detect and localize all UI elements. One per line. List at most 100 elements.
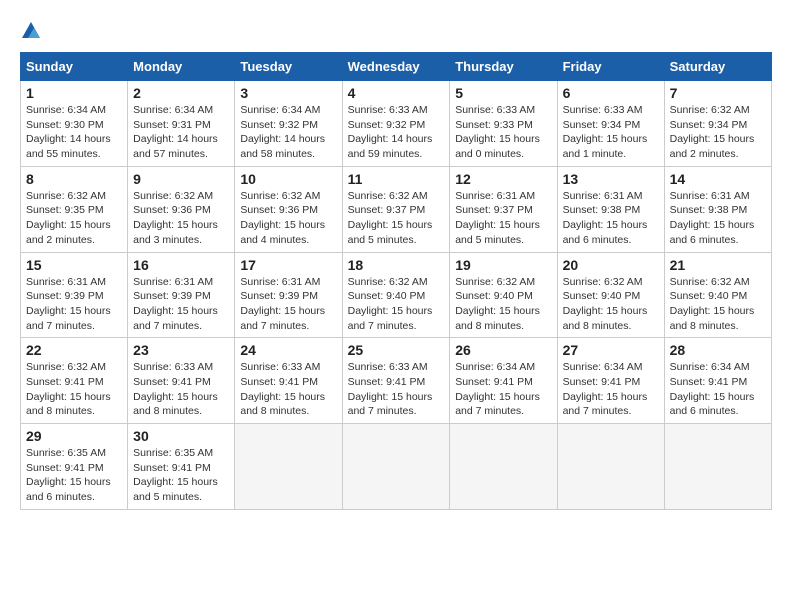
calendar-week-4: 22 Sunrise: 6:32 AM Sunset: 9:41 PM Dayl… bbox=[21, 338, 772, 424]
calendar-cell: 26 Sunrise: 6:34 AM Sunset: 9:41 PM Dayl… bbox=[450, 338, 557, 424]
logo-icon bbox=[20, 20, 42, 42]
cell-sunset: Sunset: 9:41 PM bbox=[563, 376, 641, 388]
calendar-cell: 8 Sunrise: 6:32 AM Sunset: 9:35 PM Dayli… bbox=[21, 166, 128, 252]
day-header-thursday: Thursday bbox=[450, 53, 557, 81]
cell-sunset: Sunset: 9:39 PM bbox=[26, 290, 104, 302]
cell-daylight: Daylight: 15 hours and 7 minutes. bbox=[133, 305, 218, 332]
cell-daylight: Daylight: 15 hours and 8 minutes. bbox=[133, 391, 218, 418]
day-header-tuesday: Tuesday bbox=[235, 53, 342, 81]
day-header-friday: Friday bbox=[557, 53, 664, 81]
calendar-cell bbox=[235, 424, 342, 510]
cell-sunset: Sunset: 9:41 PM bbox=[26, 376, 104, 388]
day-number: 18 bbox=[348, 257, 445, 273]
cell-daylight: Daylight: 14 hours and 59 minutes. bbox=[348, 133, 433, 160]
cell-sunset: Sunset: 9:37 PM bbox=[348, 204, 426, 216]
cell-sunset: Sunset: 9:39 PM bbox=[240, 290, 318, 302]
calendar-cell: 21 Sunrise: 6:32 AM Sunset: 9:40 PM Dayl… bbox=[664, 252, 771, 338]
day-number: 28 bbox=[670, 342, 766, 358]
day-number: 5 bbox=[455, 85, 551, 101]
day-number: 19 bbox=[455, 257, 551, 273]
cell-daylight: Daylight: 15 hours and 5 minutes. bbox=[133, 476, 218, 503]
cell-daylight: Daylight: 15 hours and 2 minutes. bbox=[26, 219, 111, 246]
day-number: 15 bbox=[26, 257, 122, 273]
day-number: 29 bbox=[26, 428, 122, 444]
day-number: 20 bbox=[563, 257, 659, 273]
calendar-cell: 2 Sunrise: 6:34 AM Sunset: 9:31 PM Dayli… bbox=[128, 81, 235, 167]
cell-daylight: Daylight: 15 hours and 7 minutes. bbox=[348, 305, 433, 332]
calendar-cell: 1 Sunrise: 6:34 AM Sunset: 9:30 PM Dayli… bbox=[21, 81, 128, 167]
cell-sunset: Sunset: 9:41 PM bbox=[670, 376, 748, 388]
cell-sunrise: Sunrise: 6:33 AM bbox=[348, 104, 428, 116]
logo bbox=[20, 20, 46, 42]
calendar-cell: 4 Sunrise: 6:33 AM Sunset: 9:32 PM Dayli… bbox=[342, 81, 450, 167]
cell-sunrise: Sunrise: 6:34 AM bbox=[670, 361, 750, 373]
calendar-cell bbox=[450, 424, 557, 510]
cell-sunrise: Sunrise: 6:33 AM bbox=[455, 104, 535, 116]
cell-sunrise: Sunrise: 6:33 AM bbox=[348, 361, 428, 373]
cell-daylight: Daylight: 15 hours and 6 minutes. bbox=[670, 391, 755, 418]
cell-daylight: Daylight: 15 hours and 0 minutes. bbox=[455, 133, 540, 160]
day-number: 30 bbox=[133, 428, 229, 444]
calendar-cell: 23 Sunrise: 6:33 AM Sunset: 9:41 PM Dayl… bbox=[128, 338, 235, 424]
day-number: 2 bbox=[133, 85, 229, 101]
day-number: 16 bbox=[133, 257, 229, 273]
day-number: 27 bbox=[563, 342, 659, 358]
day-number: 10 bbox=[240, 171, 336, 187]
cell-daylight: Daylight: 15 hours and 8 minutes. bbox=[240, 391, 325, 418]
day-number: 11 bbox=[348, 171, 445, 187]
cell-daylight: Daylight: 15 hours and 8 minutes. bbox=[455, 305, 540, 332]
cell-sunrise: Sunrise: 6:32 AM bbox=[670, 276, 750, 288]
calendar-cell: 25 Sunrise: 6:33 AM Sunset: 9:41 PM Dayl… bbox=[342, 338, 450, 424]
calendar-cell: 17 Sunrise: 6:31 AM Sunset: 9:39 PM Dayl… bbox=[235, 252, 342, 338]
day-number: 23 bbox=[133, 342, 229, 358]
cell-daylight: Daylight: 15 hours and 8 minutes. bbox=[563, 305, 648, 332]
cell-sunset: Sunset: 9:33 PM bbox=[455, 119, 533, 131]
cell-sunrise: Sunrise: 6:32 AM bbox=[348, 190, 428, 202]
cell-daylight: Daylight: 14 hours and 55 minutes. bbox=[26, 133, 111, 160]
calendar-cell: 27 Sunrise: 6:34 AM Sunset: 9:41 PM Dayl… bbox=[557, 338, 664, 424]
calendar-cell: 16 Sunrise: 6:31 AM Sunset: 9:39 PM Dayl… bbox=[128, 252, 235, 338]
cell-daylight: Daylight: 15 hours and 4 minutes. bbox=[240, 219, 325, 246]
calendar-week-3: 15 Sunrise: 6:31 AM Sunset: 9:39 PM Dayl… bbox=[21, 252, 772, 338]
calendar-week-5: 29 Sunrise: 6:35 AM Sunset: 9:41 PM Dayl… bbox=[21, 424, 772, 510]
calendar-cell: 18 Sunrise: 6:32 AM Sunset: 9:40 PM Dayl… bbox=[342, 252, 450, 338]
cell-sunset: Sunset: 9:40 PM bbox=[563, 290, 641, 302]
day-number: 8 bbox=[26, 171, 122, 187]
cell-daylight: Daylight: 15 hours and 7 minutes. bbox=[455, 391, 540, 418]
cell-sunset: Sunset: 9:41 PM bbox=[348, 376, 426, 388]
day-header-saturday: Saturday bbox=[664, 53, 771, 81]
day-number: 25 bbox=[348, 342, 445, 358]
calendar-cell bbox=[664, 424, 771, 510]
cell-sunrise: Sunrise: 6:31 AM bbox=[455, 190, 535, 202]
cell-daylight: Daylight: 15 hours and 7 minutes. bbox=[26, 305, 111, 332]
cell-sunrise: Sunrise: 6:34 AM bbox=[455, 361, 535, 373]
calendar-cell bbox=[557, 424, 664, 510]
calendar-cell: 19 Sunrise: 6:32 AM Sunset: 9:40 PM Dayl… bbox=[450, 252, 557, 338]
calendar-week-1: 1 Sunrise: 6:34 AM Sunset: 9:30 PM Dayli… bbox=[21, 81, 772, 167]
cell-sunset: Sunset: 9:31 PM bbox=[133, 119, 211, 131]
day-number: 4 bbox=[348, 85, 445, 101]
calendar-cell: 24 Sunrise: 6:33 AM Sunset: 9:41 PM Dayl… bbox=[235, 338, 342, 424]
cell-sunset: Sunset: 9:39 PM bbox=[133, 290, 211, 302]
cell-daylight: Daylight: 15 hours and 6 minutes. bbox=[563, 219, 648, 246]
cell-daylight: Daylight: 15 hours and 6 minutes. bbox=[26, 476, 111, 503]
cell-sunset: Sunset: 9:40 PM bbox=[455, 290, 533, 302]
cell-daylight: Daylight: 15 hours and 7 minutes. bbox=[240, 305, 325, 332]
calendar-cell: 3 Sunrise: 6:34 AM Sunset: 9:32 PM Dayli… bbox=[235, 81, 342, 167]
calendar-cell: 15 Sunrise: 6:31 AM Sunset: 9:39 PM Dayl… bbox=[21, 252, 128, 338]
cell-sunset: Sunset: 9:41 PM bbox=[240, 376, 318, 388]
cell-sunrise: Sunrise: 6:32 AM bbox=[26, 190, 106, 202]
calendar-cell: 5 Sunrise: 6:33 AM Sunset: 9:33 PM Dayli… bbox=[450, 81, 557, 167]
cell-sunset: Sunset: 9:38 PM bbox=[670, 204, 748, 216]
cell-sunset: Sunset: 9:41 PM bbox=[26, 462, 104, 474]
day-number: 26 bbox=[455, 342, 551, 358]
cell-sunset: Sunset: 9:30 PM bbox=[26, 119, 104, 131]
cell-daylight: Daylight: 15 hours and 5 minutes. bbox=[348, 219, 433, 246]
calendar-cell: 14 Sunrise: 6:31 AM Sunset: 9:38 PM Dayl… bbox=[664, 166, 771, 252]
cell-sunset: Sunset: 9:40 PM bbox=[348, 290, 426, 302]
calendar-cell bbox=[342, 424, 450, 510]
calendar-cell: 20 Sunrise: 6:32 AM Sunset: 9:40 PM Dayl… bbox=[557, 252, 664, 338]
cell-daylight: Daylight: 15 hours and 7 minutes. bbox=[348, 391, 433, 418]
day-number: 9 bbox=[133, 171, 229, 187]
cell-daylight: Daylight: 14 hours and 57 minutes. bbox=[133, 133, 218, 160]
